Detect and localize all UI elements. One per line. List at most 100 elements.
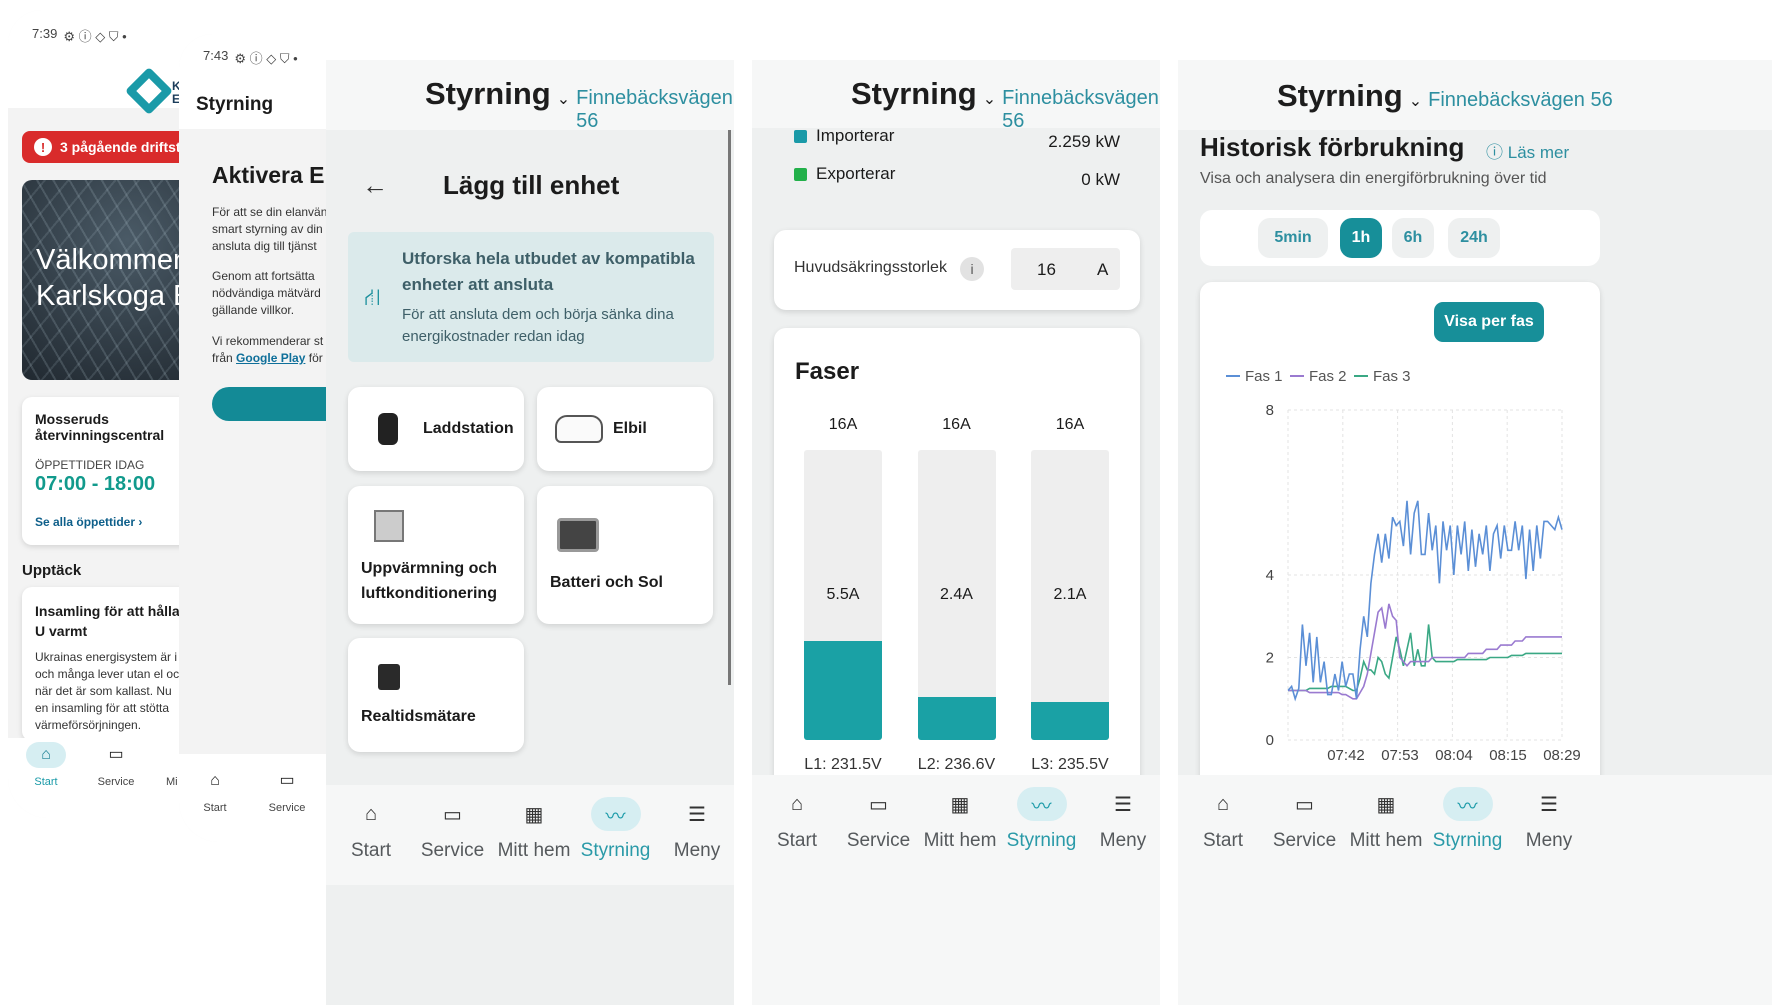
status-bar: 7:43 ⚙ ⓘ ◇ ⛉ • — [203, 48, 298, 66]
nav-mitt-hem[interactable]: ▦ Mitt hem — [1341, 787, 1431, 852]
charger-icon — [378, 413, 398, 445]
nav-service[interactable]: ▭ Service — [1260, 787, 1350, 852]
device-heating[interactable]: Uppvärmning och luftkonditionering — [348, 486, 524, 624]
hours-link[interactable]: Se alla öppettider › — [35, 515, 142, 529]
screen-header[interactable]: Styrning ⌄ Finnebäcksvägen 56 — [851, 76, 1160, 133]
nav-service[interactable]: ▭ Service — [267, 768, 307, 814]
export-value: 0 kW — [1081, 170, 1120, 189]
nav-meny[interactable]: ☰ Meny — [1078, 787, 1160, 852]
per-phase-button[interactable]: Visa per fas — [1434, 302, 1544, 342]
nav-label: Mitt hem — [497, 840, 571, 861]
page-title: Styrning — [196, 94, 274, 115]
export-row: Exporterar 0 kW — [794, 164, 1120, 194]
nav-start[interactable]: ⌂ Start — [752, 787, 842, 852]
activate-text-2: Genom att fortsätta nödvändiga mätvärd g… — [212, 269, 321, 317]
legend-label: Fas 2 — [1309, 368, 1347, 385]
nav-service[interactable]: ▭ Service — [408, 797, 498, 862]
device-label: Realtidsmätare — [361, 708, 476, 725]
series-line-fas-1 — [1287, 500, 1563, 702]
device-ev[interactable]: Elbil — [537, 387, 713, 471]
heater-icon — [374, 510, 404, 542]
device-battery-solar[interactable]: Batteri och Sol — [537, 486, 713, 624]
legend-label: Fas 1 — [1245, 368, 1283, 385]
phase-voltage-label: L1: 231.5V — [804, 756, 882, 773]
range-6h[interactable]: 6h — [1392, 218, 1434, 258]
header-address: Finnebäcksvägen 56 — [576, 87, 733, 132]
article-body: Ukrainas energisystem är i och många lev… — [35, 650, 180, 732]
nav-styrning[interactable]: 〰 Styrning — [571, 797, 661, 862]
x-tick-label: 07:42 — [1327, 747, 1365, 764]
range-1h[interactable]: 1h — [1340, 218, 1382, 258]
home-icon: ⌂ — [26, 742, 66, 768]
back-arrow-icon[interactable]: ← — [362, 170, 388, 201]
range-24h[interactable]: 24h — [1448, 218, 1500, 258]
status-time: 7:39 — [32, 26, 58, 41]
nav-start[interactable]: ⌂ Start — [195, 768, 235, 814]
home-icon: ⌂ — [790, 792, 804, 815]
phase-max-label: 16A — [942, 416, 971, 433]
nav-styrning[interactable]: 〰 Styrning — [997, 787, 1087, 852]
y-tick-label: 0 — [1266, 732, 1274, 749]
nav-mitt-hem[interactable]: Mi — [166, 776, 178, 788]
nav-label: Service — [1272, 830, 1337, 851]
info-title: Utforska hela utbudet av kompatibla enhe… — [402, 249, 695, 294]
phase-voltage-label: L3: 235.5V — [1031, 756, 1109, 773]
home-icon: ⌂ — [210, 772, 220, 789]
screen-history: Styrning ⌄ Finnebäcksvägen 56 Historisk … — [1178, 60, 1772, 1005]
device-meter[interactable]: Realtidsmätare — [348, 638, 524, 752]
nav-label: Start — [1202, 830, 1244, 851]
screen-header[interactable]: Styrning ⌄ Finnebäcksvägen 56 — [425, 76, 734, 133]
phase-current-label: 5.5A — [826, 586, 860, 603]
nav-start[interactable]: ⌂ Start — [26, 742, 66, 788]
article-title: Insamling för att hålla U varmt — [35, 603, 180, 639]
screen-phases: Styrning ⌄ Finnebäcksvägen 56 Importerar… — [752, 60, 1160, 1005]
nav-meny[interactable]: ☰ Meny — [1504, 787, 1594, 852]
service-icon: ▭ — [869, 793, 888, 816]
scrollbar[interactable] — [728, 130, 731, 685]
nav-service[interactable]: ▭ Service — [96, 742, 136, 788]
x-tick-label: 08:04 — [1435, 747, 1473, 764]
device-label: Batteri och Sol — [550, 574, 663, 591]
house-icon: ▦ — [950, 793, 970, 816]
nav-start[interactable]: ⌂ Start — [1178, 787, 1268, 852]
google-play-link[interactable]: Google Play — [236, 351, 305, 365]
info-icon[interactable]: i — [960, 257, 984, 281]
network-icon: ⛙ — [364, 284, 381, 311]
nav-label: Mitt hem — [923, 830, 997, 851]
info-body: För att ansluta dem och börja sänka dina… — [402, 306, 674, 345]
phase-max-label: 16A — [828, 416, 858, 433]
phase-bar-fill — [917, 696, 996, 740]
nav-mitt-hem[interactable]: ▦ Mitt hem — [489, 797, 579, 862]
nav-label: Meny — [1099, 830, 1147, 851]
hours-label: ÖPPETTIDER IDAG — [35, 458, 145, 472]
fuse-input[interactable]: 16 A — [1011, 248, 1120, 290]
device-label: Laddstation — [423, 420, 514, 437]
range-5min[interactable]: 5min — [1258, 218, 1328, 258]
discover-heading: Upptäck — [22, 562, 82, 579]
screen-header[interactable]: Styrning ⌄ Finnebäcksvägen 56 — [1277, 78, 1613, 114]
phases-card: Faser 16A 5.5A L1: 231.5V 16A 2.4A L2: 236.6V… — [774, 328, 1140, 788]
device-charger[interactable]: Laddstation — [348, 387, 524, 471]
phases-title: Faser — [795, 358, 860, 385]
place-name: Mosseruds återvinningscentral — [35, 411, 165, 443]
info-box[interactable]: ⛙ Utforska hela utbudet av kompatibla en… — [348, 232, 714, 362]
home-icon: ⌂ — [364, 802, 378, 825]
menu-icon: ☰ — [688, 803, 706, 826]
range-selector: 5min 1h 6h 24h — [1200, 210, 1600, 266]
nav-start[interactable]: ⌂ Start — [326, 797, 416, 862]
house-icon: ▦ — [1376, 793, 1396, 816]
activity-icon: 〰 — [590, 797, 641, 831]
phase-current-label: 2.4A — [940, 586, 973, 603]
battery-icon — [557, 518, 599, 552]
house-icon: ▦ — [524, 803, 544, 826]
nav-meny[interactable]: ☰ Meny — [652, 797, 734, 862]
read-more-link[interactable]: ⓘ Läs mer — [1486, 138, 1569, 163]
header-title: Styrning — [1277, 78, 1403, 113]
header-title: Styrning — [425, 76, 551, 111]
bottom-nav: ⌂ Start ▭ Service ▦ Mitt hem 〰 Styrning ☰ Meny — [326, 785, 734, 885]
x-tick-label: 08:15 — [1489, 747, 1527, 764]
nav-mitt-hem[interactable]: ▦ Mitt hem — [915, 787, 1005, 852]
nav-service[interactable]: ▭ Service — [834, 787, 924, 852]
nav-styrning[interactable]: 〰 Styrning — [1423, 787, 1513, 852]
phase-max-label: 16A — [1055, 416, 1085, 433]
